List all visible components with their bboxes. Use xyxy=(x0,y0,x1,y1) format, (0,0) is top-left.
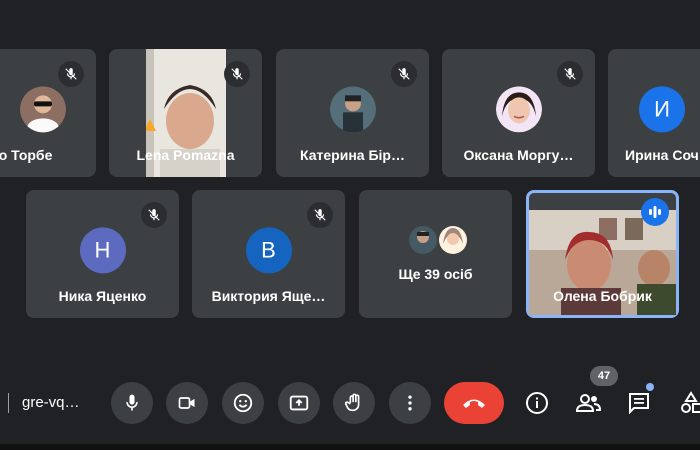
participant-tile[interactable]: Lena Pomazna xyxy=(109,49,262,177)
emoji-icon xyxy=(233,393,253,413)
others-avatars xyxy=(409,224,469,256)
others-count-label: Ще 39 осіб xyxy=(398,266,473,282)
chat-notification-dot xyxy=(646,383,654,391)
others-tile[interactable]: Ще 39 осіб xyxy=(359,190,512,318)
info-button[interactable] xyxy=(522,388,552,418)
participant-photo xyxy=(329,86,376,133)
participant-tile[interactable]: ло Торбе xyxy=(0,49,96,177)
mic-off-icon xyxy=(141,202,167,228)
end-call-icon xyxy=(463,399,485,408)
participant-tile[interactable]: В Виктория Яще… xyxy=(192,190,345,318)
present-icon xyxy=(289,395,309,411)
people-button[interactable] xyxy=(573,388,603,418)
raise-hand-button[interactable] xyxy=(333,382,375,424)
people-icon xyxy=(575,394,601,412)
camera-button[interactable] xyxy=(166,382,208,424)
participant-tile[interactable]: И Ирина Соч xyxy=(608,49,700,177)
activities-icon xyxy=(681,391,700,413)
present-button[interactable] xyxy=(278,382,320,424)
participant-tile[interactable]: Оксана Моргу… xyxy=(442,49,595,177)
camera-icon xyxy=(178,397,195,409)
participant-photo xyxy=(495,86,542,133)
participant-tile[interactable]: Катерина Бір… xyxy=(276,49,429,177)
participant-tile-speaking[interactable]: Олена Бобрик xyxy=(526,190,679,318)
avatar-letter: В xyxy=(261,237,276,263)
end-call-button[interactable] xyxy=(444,382,504,424)
activities-button[interactable] xyxy=(676,388,700,418)
participant-name: Lena Pomazna xyxy=(136,147,235,163)
info-icon xyxy=(526,392,548,414)
chat-icon xyxy=(629,393,649,415)
participant-name: Оксана Моргу… xyxy=(463,147,574,163)
more-options-icon xyxy=(408,395,412,411)
participant-name: Катерина Бір… xyxy=(300,147,405,163)
participant-name: Олена Бобрик xyxy=(553,288,652,304)
avatar-letter: Н xyxy=(94,237,111,263)
participant-name: Ирина Соч xyxy=(625,147,699,163)
participant-avatar: В xyxy=(245,227,292,274)
mic-off-icon xyxy=(224,61,250,87)
participant-photo xyxy=(20,86,66,133)
participant-avatar: Н xyxy=(79,227,126,274)
mic-button[interactable] xyxy=(111,382,153,424)
mic-off-icon xyxy=(391,61,417,87)
participant-avatar: И xyxy=(639,86,685,133)
chat-button[interactable] xyxy=(624,383,654,418)
speaking-indicator-icon xyxy=(641,198,669,226)
mic-icon xyxy=(126,394,138,411)
mic-off-icon xyxy=(58,61,84,87)
more-options-button[interactable] xyxy=(389,382,431,424)
raise-hand-icon xyxy=(344,393,360,412)
participant-count-badge: 47 xyxy=(590,366,618,386)
os-taskbar xyxy=(0,444,700,450)
participant-name: Ника Яценко xyxy=(58,288,147,304)
participant-name: Виктория Яще… xyxy=(211,288,326,304)
avatar-letter: И xyxy=(654,96,670,122)
mic-off-icon xyxy=(307,202,333,228)
participant-tile[interactable]: Н Ника Яценко xyxy=(26,190,179,318)
meeting-code[interactable]: gre-vq… xyxy=(22,394,80,411)
toolbar-divider xyxy=(8,393,9,413)
emoji-button[interactable] xyxy=(222,382,264,424)
mic-off-icon xyxy=(557,61,583,87)
participant-name: ло Торбе xyxy=(0,147,53,163)
